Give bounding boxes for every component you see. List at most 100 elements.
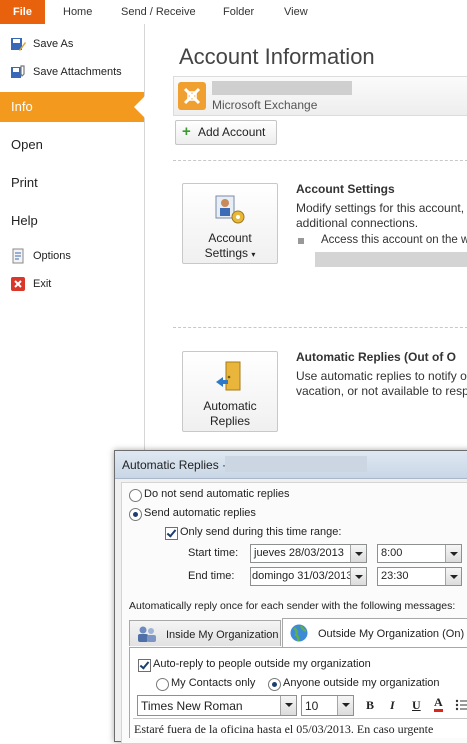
end-time-value: 23:30 — [381, 570, 409, 582]
nav-help[interactable]: Help — [0, 206, 144, 236]
send-auto-replies-label: Send automatic replies — [144, 507, 256, 519]
nav-options-label: Options — [33, 250, 71, 262]
nav-info[interactable]: Info — [0, 92, 145, 122]
tab-home[interactable]: Home — [63, 0, 92, 24]
font-name-value: Times New Roman — [141, 699, 243, 713]
chevron-down-icon[interactable] — [445, 568, 461, 585]
automatic-replies-icon — [216, 361, 241, 391]
nav-info-label: Info — [11, 99, 33, 114]
chevron-down-icon: ▾ — [251, 250, 256, 259]
no-auto-replies-label: Do not send automatic replies — [144, 488, 290, 500]
start-date-value: jueves 28/03/2013 — [254, 547, 344, 559]
save-as-icon — [11, 38, 26, 51]
bullets-icon[interactable] — [455, 698, 467, 712]
font-size-value: 10 — [305, 699, 319, 713]
account-settings-desc1: Modify settings for this account, — [296, 201, 465, 215]
no-auto-replies-radio[interactable] — [129, 489, 142, 502]
ribbon-tabs: File Home Send / Receive Folder View — [0, 0, 467, 25]
start-date-picker[interactable]: jueves 28/03/2013 — [250, 544, 367, 563]
divider — [173, 327, 467, 328]
font-color-button[interactable]: A — [434, 696, 443, 712]
account-settings-button[interactable]: Account Settings ▾ — [182, 183, 278, 264]
automatic-replies-btn-text: Automatic Replies — [183, 399, 277, 429]
account-settings-desc2: additional connections. — [296, 216, 419, 230]
nav-help-label: Help — [11, 213, 38, 228]
dialog-titlebar[interactable]: Automatic Replies · — [115, 451, 467, 479]
end-date-picker[interactable]: domingo 31/03/2013 — [250, 567, 367, 586]
dialog-title-redacted — [225, 456, 367, 472]
account-selector[interactable]: Microsoft Exchange — [173, 76, 467, 116]
save-attachments-icon — [11, 65, 25, 78]
nav-print[interactable]: Print — [0, 168, 144, 198]
chevron-down-icon[interactable] — [337, 696, 353, 715]
divider — [173, 160, 467, 161]
tab-outside-label: Outside My Organization (On) — [318, 628, 465, 640]
end-time-label: End time: — [188, 570, 235, 582]
bullet-icon — [298, 238, 304, 244]
reply-once-label: Automatically reply once for each sender… — [129, 600, 456, 612]
account-settings-icon — [215, 195, 245, 224]
account-name-redacted — [212, 81, 352, 95]
nav-open[interactable]: Open — [0, 130, 144, 160]
automatic-replies-btn-line1: Automatic — [203, 399, 257, 413]
tab-view[interactable]: View — [284, 0, 308, 24]
plus-icon: + — [182, 123, 191, 140]
auto-reply-outside-checkbox[interactable] — [138, 659, 151, 672]
web-access-link-redacted — [315, 252, 467, 267]
nav-print-label: Print — [11, 175, 38, 190]
chevron-down-icon[interactable] — [445, 545, 461, 562]
automatic-replies-desc2: vacation, or not available to resp — [296, 384, 467, 398]
font-size-select[interactable]: 10 — [301, 695, 354, 716]
exit-icon — [11, 277, 25, 291]
account-settings-bullet: Access this account on the w — [321, 234, 467, 246]
automatic-replies-desc1: Use automatic replies to notify o — [296, 369, 467, 383]
tab-send-receive[interactable]: Send / Receive — [121, 0, 196, 24]
start-time-select[interactable]: 8:00 — [377, 544, 462, 563]
people-icon — [138, 626, 156, 642]
tab-outside-organization[interactable]: Outside My Organization (On) — [282, 618, 467, 648]
tab-folder[interactable]: Folder — [223, 0, 254, 24]
account-settings-btn-text: Account Settings ▾ — [183, 231, 277, 262]
only-time-range-checkbox[interactable] — [165, 527, 178, 540]
anyone-outside-label: Anyone outside my organization — [283, 677, 440, 689]
my-contacts-radio[interactable] — [156, 678, 169, 691]
account-settings-btn-line2: Settings ▾ — [204, 246, 256, 260]
automatic-replies-btn-line2: Replies — [209, 414, 251, 428]
bold-button[interactable]: B — [366, 698, 374, 713]
anyone-outside-radio[interactable] — [268, 678, 281, 691]
exchange-icon — [178, 82, 206, 110]
nav-exit-label: Exit — [33, 278, 52, 290]
nav-open-label: Open — [11, 137, 43, 152]
send-auto-replies-radio[interactable] — [129, 508, 142, 521]
add-account-label: Add Account — [198, 125, 266, 139]
italic-button[interactable]: I — [390, 698, 395, 713]
options-icon — [12, 248, 24, 264]
page-title: Account Information — [179, 44, 375, 69]
account-type: Microsoft Exchange — [212, 98, 318, 112]
tab-inside-organization[interactable]: Inside My Organization — [129, 620, 281, 646]
account-settings-btn-line1: Account — [208, 231, 252, 245]
nav-save-attachments-label: Save Attachments — [33, 66, 122, 78]
automatic-replies-title: Automatic Replies (Out of O — [296, 350, 457, 364]
font-name-select[interactable]: Times New Roman — [137, 695, 297, 716]
start-time-label: Start time: — [188, 547, 239, 559]
dialog-title: Automatic Replies · — [122, 458, 227, 472]
chevron-down-icon[interactable] — [350, 545, 366, 562]
auto-reply-outside-label: Auto-reply to people outside my organiza… — [153, 658, 371, 670]
underline-button[interactable]: U — [412, 698, 421, 713]
nav-save-as-label: Save As — [33, 38, 74, 50]
automatic-replies-button[interactable]: Automatic Replies — [182, 351, 278, 432]
globe-icon — [290, 624, 308, 642]
chevron-down-icon[interactable] — [350, 568, 366, 585]
chevron-down-icon[interactable] — [280, 696, 296, 715]
account-settings-title: Account Settings — [296, 182, 395, 196]
tab-inside-label: Inside My Organization — [166, 629, 279, 641]
end-date-value: domingo 31/03/2013 — [252, 570, 353, 582]
my-contacts-label: My Contacts only — [171, 677, 256, 689]
start-time-value: 8:00 — [381, 547, 403, 559]
end-time-select[interactable]: 23:30 — [377, 567, 462, 586]
editor-top-border — [133, 718, 467, 719]
add-account-button[interactable]: + Add Account — [175, 120, 277, 145]
file-tab[interactable]: File — [0, 0, 45, 24]
only-time-range-label: Only send during this time range: — [180, 526, 342, 538]
